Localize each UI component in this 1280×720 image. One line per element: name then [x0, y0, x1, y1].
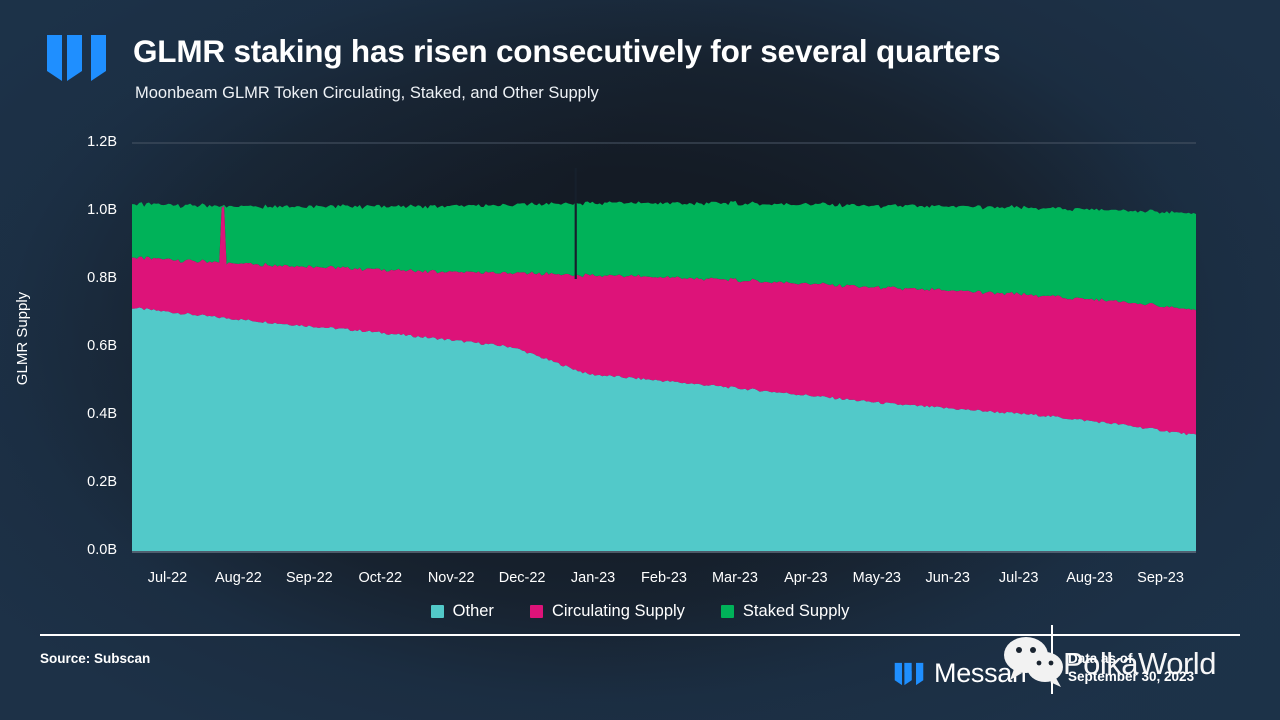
legend-label: Other	[452, 602, 494, 620]
x-axis-ticks: Jul-22 Aug-22 Sep-22 Oct-22 Nov-22 Dec-22 Jan-…	[0, 570, 1280, 594]
x-axis-tick-label: Apr-23	[784, 570, 828, 586]
source-attribution: Source: Subscan	[40, 651, 151, 666]
x-axis-tick-label: Jul-22	[147, 570, 188, 586]
footer-divider	[40, 634, 1240, 636]
legend-item[interactable]: Circulating Supply	[529, 602, 685, 621]
x-axis-tick-label: Oct-22	[358, 570, 403, 586]
messari-wordmark: Messari	[934, 658, 1027, 688]
chart-legend: Other Circulating Supply Staked Supply	[0, 602, 1280, 621]
x-axis-tick-label: Dec-22	[498, 570, 546, 586]
x-axis-tick-label: Nov-22	[427, 570, 475, 586]
stacked-area-plot	[132, 142, 1196, 553]
legend-label: Circulating Supply	[551, 602, 685, 620]
x-axis-tick-label: Aug-23	[1066, 570, 1113, 586]
x-axis-tick-label: Aug-22	[215, 570, 262, 586]
chart-area: GLMR Supply 0.0B 0.2B 0.4B 0.6B 0.8B 1.0B 1.2B…	[0, 0, 1280, 600]
x-axis-tick-label: Jun-23	[925, 570, 970, 586]
messari-m-logo-icon	[894, 662, 924, 685]
x-axis-tick-label: Sep-23	[1137, 570, 1184, 586]
x-axis-tick-label: Jan-23	[570, 570, 616, 586]
x-axis-tick-label: May-23	[852, 570, 901, 586]
data-gap	[574, 168, 577, 279]
legend-item[interactable]: Staked Supply	[720, 602, 850, 621]
x-axis-tick-label: Mar-23	[711, 570, 758, 586]
legend-swatch	[720, 605, 734, 618]
legend-item[interactable]: Other	[430, 602, 494, 621]
legend-swatch	[529, 605, 543, 618]
legend-label: Staked Supply	[742, 602, 850, 620]
footer-vertical-divider	[1051, 625, 1053, 694]
x-axis-tick-label: Sep-22	[285, 570, 333, 586]
footer-brand: Messari	[893, 658, 1027, 689]
legend-swatch	[430, 605, 444, 618]
watermark-text: PolkaWorld	[1063, 646, 1216, 681]
x-axis-tick-label: Jul-23	[998, 570, 1039, 586]
x-axis-tick-label: Feb-23	[641, 570, 687, 586]
